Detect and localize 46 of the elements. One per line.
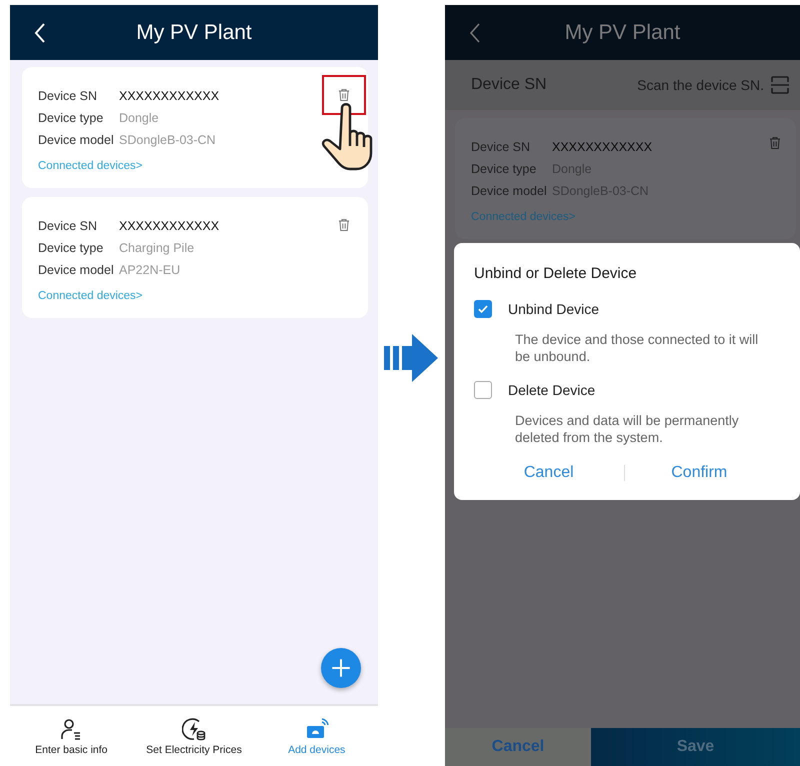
- field-label: Device model: [38, 132, 115, 149]
- option-description: The device and those connected to it will be unbound.: [515, 331, 760, 365]
- scan-icon[interactable]: [770, 75, 790, 95]
- checkbox[interactable]: [474, 381, 492, 399]
- field-label: Device type: [38, 240, 104, 257]
- field-value: Dongle: [119, 110, 159, 127]
- connected-devices-link[interactable]: Connected devices>: [38, 290, 143, 302]
- input-placeholder: Scan the device SN.: [637, 77, 764, 93]
- option-description: Devices and data will be permanently deleted from the system.: [515, 412, 740, 446]
- field-value: SDongleB-03-CN: [119, 132, 216, 149]
- field-label: Device SN: [38, 218, 98, 235]
- sn-input-row[interactable]: Device SN Scan the device SN.: [445, 60, 800, 110]
- field-value: XXXXXXXXXXXX: [119, 88, 220, 105]
- option-label: Unbind Device: [508, 301, 600, 317]
- cancel-button[interactable]: Cancel: [445, 728, 591, 766]
- connected-devices-link[interactable]: Connected devices>: [38, 160, 143, 172]
- save-button[interactable]: Save: [591, 728, 800, 766]
- delete-button[interactable]: [322, 75, 366, 115]
- field-label: Device model: [38, 262, 115, 279]
- trash-icon[interactable]: [768, 136, 782, 150]
- field-value: XXXXXXXXXXXX: [552, 139, 652, 156]
- trash-icon: [337, 88, 351, 102]
- option-label: Delete Device: [508, 382, 596, 398]
- nav-tab[interactable]: Set Electricity Prices: [132, 706, 256, 766]
- add-button[interactable]: [321, 648, 361, 688]
- screen-title: My PV Plant: [136, 20, 252, 44]
- field-label: Device model: [471, 183, 548, 200]
- dialog-button[interactable]: Confirm: [624, 464, 774, 482]
- field-label: Device SN: [471, 139, 532, 156]
- field-label: Device type: [38, 110, 104, 127]
- field-value: XXXXXXXXXXXX: [119, 218, 220, 235]
- checkbox[interactable]: [474, 300, 492, 318]
- field-label: Device SN: [38, 88, 98, 105]
- nav-tab[interactable]: Enter basic info: [10, 706, 133, 766]
- field-label: Device type: [471, 161, 538, 178]
- dialog-title: Unbind or Delete Device: [474, 265, 638, 282]
- dialog-button[interactable]: Cancel: [474, 464, 624, 482]
- screen-title: My PV Plant: [564, 20, 680, 44]
- field-value: Charging Pile: [119, 240, 194, 257]
- trash-icon: [337, 218, 351, 232]
- field-value: AP22N-EU: [119, 262, 180, 279]
- field-label: Device SN: [471, 76, 548, 94]
- nav-tab[interactable]: Add devices: [255, 706, 378, 766]
- lightning-coin-icon: [182, 716, 206, 740]
- device-signal-icon: [304, 716, 329, 740]
- plus-icon: [330, 657, 352, 679]
